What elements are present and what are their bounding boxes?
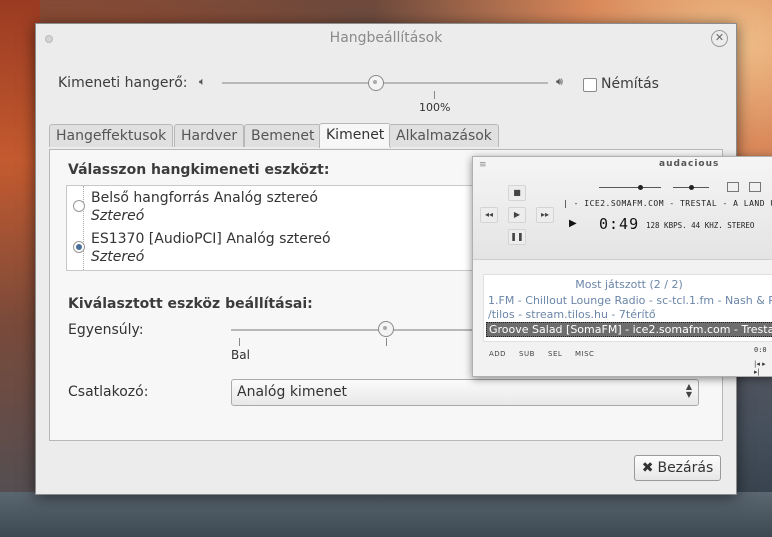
close-button-label: Bezárás — [657, 460, 714, 476]
selected-device-settings-heading: Kiválasztott eszköz beállításai: — [68, 296, 313, 312]
list-tree-line — [83, 186, 85, 270]
audacious-player-window: ≡ audacious ■ ◂◂ ▶ ▸▸ ❚❚ | - ICE2.SOMAFM… — [472, 156, 772, 377]
dialog-title: Hangbeállítások — [329, 30, 443, 46]
next-button[interactable]: ▸▸ — [536, 207, 554, 223]
playlist-item[interactable]: /tilos - stream.tilos.hu - 7térítő — [488, 308, 656, 321]
playlist-toggle-icon[interactable] — [749, 182, 761, 192]
desktop-wallpaper-ground — [0, 492, 772, 537]
equalizer-toggle-icon[interactable] — [727, 182, 739, 192]
tab-hardware[interactable]: Hardver — [174, 124, 245, 147]
audacious-logo: audacious — [659, 159, 720, 169]
device-name: Belső hangforrás Analóg sztereó — [91, 190, 318, 206]
updown-arrows-icon: ▲ ▼ — [685, 382, 692, 399]
playlist-title: Most játszott (2 / 2) — [575, 278, 683, 291]
volume-100-label: 100% — [419, 101, 451, 114]
mute-checkbox[interactable] — [583, 78, 597, 92]
speaker-low-icon: 🔈︎ — [199, 75, 206, 88]
close-x-icon: ✖ — [641, 460, 654, 476]
select-device-heading: Válasszon hangkimeneti eszközt: — [68, 162, 330, 178]
window-close-icon[interactable]: ✕ — [711, 30, 728, 47]
player-menu-icon[interactable]: ≡ — [479, 160, 487, 170]
volume-100-tick — [434, 91, 435, 99]
mute-label[interactable]: Némítás — [601, 76, 659, 92]
device-radio-es1370[interactable] — [73, 241, 85, 253]
tab-input[interactable]: Bemenet — [244, 124, 322, 147]
balance-slider-knob[interactable] — [378, 321, 394, 337]
output-device-list: Belső hangforrás Analóg sztereó Sztereó … — [66, 185, 488, 271]
close-button[interactable]: ✖ Bezárás — [634, 455, 721, 481]
tab-sound-effects[interactable]: Hangeffektusok — [49, 124, 174, 147]
elapsed-time-display[interactable]: 0:49 — [599, 215, 639, 233]
pause-button[interactable]: ❚❚ — [508, 229, 526, 245]
play-button[interactable]: ▶ — [508, 207, 526, 223]
balance-left-tick — [239, 338, 240, 346]
player-volume-slider[interactable] — [599, 187, 661, 188]
stream-info: 128 KBPS. 44 KHZ. STEREO — [646, 221, 755, 230]
playlist-sub-button[interactable]: SUB — [519, 350, 535, 358]
playlist-item[interactable]: 1.FM - Chillout Lounge Radio - sc-tcl.1.… — [488, 294, 772, 307]
player-main-section: ≡ audacious ■ ◂◂ ▶ ▸▸ ❚❚ | - ICE2.SOMAFM… — [473, 157, 772, 260]
tab-applications[interactable]: Alkalmazások — [389, 124, 499, 147]
player-volume-knob[interactable] — [638, 185, 643, 190]
connector-label: Csatlakozó: — [68, 384, 149, 400]
playlist-item-selected[interactable]: Groove Salad [SomaFM] - ice2.somafm.com … — [486, 322, 772, 337]
window-menu-icon[interactable] — [45, 35, 53, 43]
output-volume-label: Kimeneti hangerő: — [58, 75, 188, 91]
balance-label: Egyensúly: — [68, 322, 144, 338]
balance-left-label: Bal — [231, 348, 250, 362]
playlist-misc-button[interactable]: MISC — [575, 350, 594, 358]
playlist: Most játszott (2 / 2) 1.FM - Chillout Lo… — [483, 274, 772, 342]
tab-output[interactable]: Kimenet — [319, 123, 392, 148]
device-radio-internal[interactable] — [73, 200, 85, 212]
previous-button[interactable]: ◂◂ — [480, 207, 498, 223]
song-title-marquee: | - ICE2.SOMAFM.COM - TRESTAL - A LAND U… — [563, 199, 772, 208]
balance-center-tick — [386, 338, 387, 346]
playlist-sel-button[interactable]: SEL — [548, 350, 562, 358]
connector-select[interactable]: Analóg kimenet ▲ ▼ — [231, 379, 699, 406]
device-name: ES1370 [AudioPCI] Analóg sztereó — [91, 231, 331, 247]
output-volume-slider-knob[interactable] — [368, 75, 384, 91]
device-subtitle: Sztereó — [91, 249, 145, 265]
connector-select-value: Analóg kimenet — [237, 384, 348, 400]
playlist-time: 0:0 — [754, 346, 767, 354]
playing-status-icon: ▶ — [569, 218, 577, 229]
speaker-high-icon: 🔊︎ — [556, 75, 563, 88]
device-subtitle: Sztereó — [91, 208, 145, 224]
playlist-mini-controls[interactable]: |◂ ▸ ▸| — [754, 360, 772, 376]
balance-slider[interactable] — [231, 329, 481, 331]
output-volume-slider[interactable] — [222, 82, 548, 84]
desktop-wallpaper-rock — [0, 0, 40, 537]
playlist-add-button[interactable]: ADD — [489, 350, 506, 358]
stop-button[interactable]: ■ — [508, 185, 526, 201]
dialog-titlebar[interactable]: Hangbeállítások — [36, 24, 736, 52]
player-balance-knob[interactable] — [689, 185, 694, 190]
